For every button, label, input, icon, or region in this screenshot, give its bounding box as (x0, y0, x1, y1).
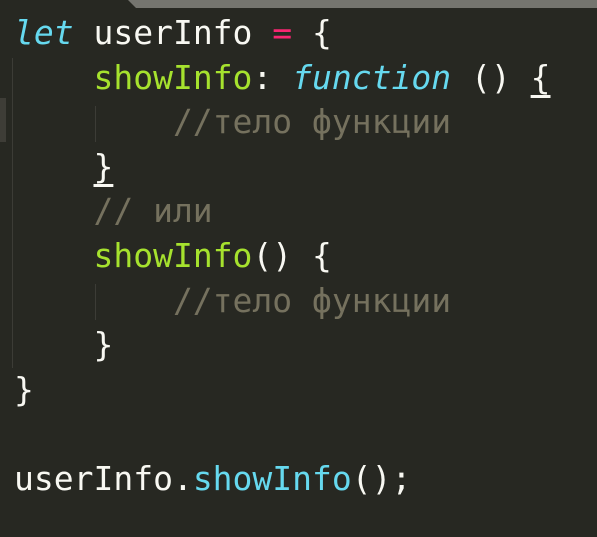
code-token: // или (14, 191, 213, 231)
code-line[interactable]: // или (14, 189, 551, 234)
code-line[interactable]: } (14, 145, 551, 190)
code-token: (); (351, 458, 412, 498)
code-token: } (14, 325, 114, 365)
code-token: : (252, 57, 293, 97)
code-editor[interactable]: let userInfo = { showInfo: function () {… (14, 11, 551, 502)
code-line[interactable]: showInfo: function () { (14, 56, 551, 101)
code-token: } (93, 146, 114, 186)
code-token: function (292, 57, 452, 97)
current-line-gutter-marker (0, 98, 6, 142)
code-line[interactable] (14, 412, 551, 457)
code-token: userInfo (73, 13, 273, 52)
code-line[interactable]: showInfo() { (14, 234, 551, 279)
code-token: = (272, 13, 293, 52)
code-token: () (451, 57, 531, 97)
code-line[interactable]: let userInfo = { (14, 11, 551, 56)
code-line[interactable]: //тело функции (14, 279, 551, 324)
code-token: { (292, 13, 332, 52)
code-token: //тело функции (14, 102, 452, 142)
code-line[interactable]: //тело функции (14, 100, 551, 145)
editor-tab-bar (128, 0, 597, 8)
code-token: { (530, 57, 551, 97)
code-line[interactable]: } (14, 368, 551, 413)
code-line[interactable]: } (14, 323, 551, 368)
code-line[interactable]: userInfo.showInfo(); (14, 457, 551, 502)
code-token: } (14, 369, 34, 409)
code-token: () { (252, 235, 332, 275)
indent-guide (12, 58, 13, 368)
code-token: userInfo. (14, 458, 193, 498)
code-token: showInfo (93, 235, 253, 275)
code-token: let (14, 13, 74, 52)
code-token: showInfo (192, 458, 352, 498)
code-token: //тело функции (14, 280, 452, 320)
code-token: showInfo (93, 57, 253, 97)
